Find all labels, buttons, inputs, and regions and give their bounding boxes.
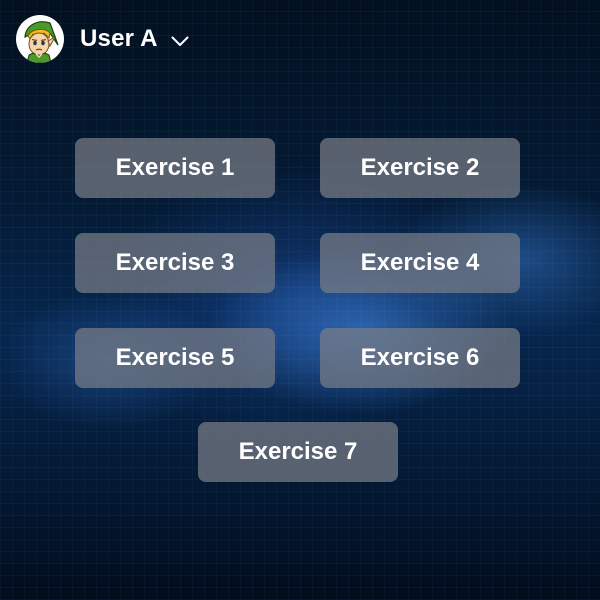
- elf-avatar-icon: [24, 21, 59, 63]
- background-grid: [0, 0, 600, 600]
- exercise-7-button[interactable]: Exercise 7: [198, 422, 398, 482]
- user-name[interactable]: User A: [80, 25, 158, 53]
- exercise-6-button[interactable]: Exercise 6: [320, 328, 520, 388]
- exercise-5-button[interactable]: Exercise 5: [75, 328, 275, 388]
- exercise-2-button[interactable]: Exercise 2: [320, 138, 520, 198]
- user-menu[interactable]: User A: [64, 25, 190, 53]
- avatar[interactable]: [16, 15, 64, 63]
- chevron-down-icon[interactable]: [170, 34, 190, 48]
- header: User A: [16, 14, 190, 64]
- exercise-4-button[interactable]: Exercise 4: [320, 233, 520, 293]
- exercise-3-button[interactable]: Exercise 3: [75, 233, 275, 293]
- exercise-1-button[interactable]: Exercise 1: [75, 138, 275, 198]
